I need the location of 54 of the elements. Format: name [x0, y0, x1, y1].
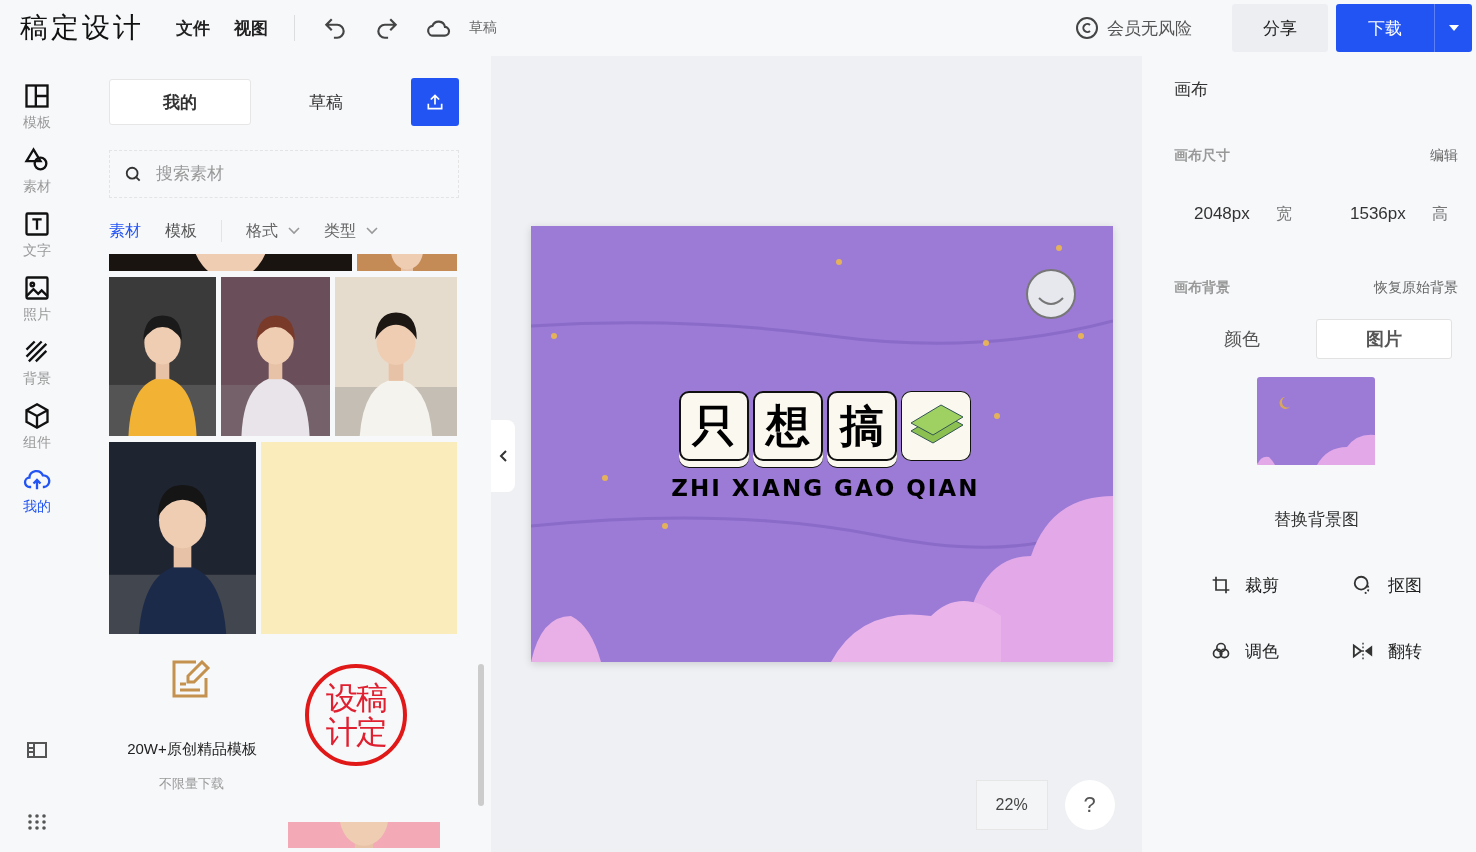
- promo-title: 20W+原创精品模板: [127, 740, 257, 759]
- filter-dropdown[interactable]: 格式: [245, 220, 300, 242]
- search-field[interactable]: 搜索素材: [108, 150, 459, 198]
- edit-document-icon: [171, 660, 212, 698]
- design-artboard[interactable]: 只 想 搞 ZHI XIANG GAO QIAN: [531, 226, 1114, 662]
- replace-background-button[interactable]: 替换背景图: [1174, 499, 1458, 539]
- chevron-down-icon: [365, 227, 378, 235]
- tab[interactable]: 颜色: [1174, 319, 1310, 359]
- stamp-logo[interactable]: 设稿 计定: [304, 664, 407, 766]
- flip-icon: [1352, 641, 1374, 661]
- section-label: 画布背景: [1174, 279, 1230, 297]
- edit-link[interactable]: 编辑: [1430, 147, 1458, 165]
- chevron-left-icon: [498, 450, 507, 462]
- panel-title: 画布: [1174, 79, 1209, 101]
- collapse-handle[interactable]: [490, 420, 515, 492]
- app-logo[interactable]: 稿定设计: [20, 9, 144, 47]
- filter-tab[interactable]: 模板: [164, 220, 197, 242]
- promo-subtitle: 不限量下载: [159, 775, 225, 793]
- stamp-text: 设稿: [325, 681, 386, 715]
- menu-item[interactable]: 视图: [234, 16, 268, 40]
- money-stack-icon: [901, 391, 972, 461]
- height-field[interactable]: 1536px 高: [1330, 195, 1458, 233]
- filter-tab[interactable]: 素材: [108, 220, 141, 242]
- copyright-icon: [1075, 16, 1099, 40]
- crop-icon: [1211, 575, 1231, 595]
- text-icon: [22, 210, 51, 238]
- zoom-level[interactable]: 22%: [975, 780, 1048, 830]
- filter-dropdown[interactable]: 类型: [323, 220, 378, 242]
- save-status: 草稿: [469, 19, 497, 37]
- tool-button[interactable]: 调色: [1174, 631, 1316, 671]
- title-subtitle: ZHI XIANG GAO QIAN: [671, 475, 980, 501]
- share-button[interactable]: 分享: [1232, 4, 1328, 52]
- color-swatch[interactable]: [260, 442, 457, 634]
- membership-link[interactable]: 会员无风险: [1107, 16, 1192, 40]
- menu-item[interactable]: 文件: [176, 16, 210, 40]
- reset-link[interactable]: 恢复原始背景: [1374, 279, 1458, 297]
- tab[interactable]: 草稿: [254, 79, 397, 125]
- layout-icon: [22, 82, 51, 110]
- cube-icon: [22, 402, 51, 430]
- color-circles-icon: [1211, 641, 1231, 661]
- tab[interactable]: 图片: [1316, 319, 1452, 359]
- tool-button[interactable]: 抠图: [1316, 565, 1458, 605]
- tab[interactable]: 我的: [108, 79, 251, 125]
- help-button[interactable]: ?: [1064, 780, 1115, 830]
- caret-icon: [1448, 25, 1459, 31]
- stamp-text: 计定: [325, 715, 386, 749]
- sidebar-item[interactable]: 我的: [6, 466, 67, 516]
- image-icon: [22, 274, 51, 302]
- section-label: 画布尺寸: [1174, 147, 1230, 165]
- width-field[interactable]: 2048px 宽: [1174, 195, 1302, 233]
- tool-button[interactable]: 裁剪: [1174, 565, 1316, 605]
- upload-button[interactable]: [410, 78, 459, 126]
- tool-button[interactable]: 翻转: [1316, 631, 1458, 671]
- chevron-down-icon: [287, 227, 300, 235]
